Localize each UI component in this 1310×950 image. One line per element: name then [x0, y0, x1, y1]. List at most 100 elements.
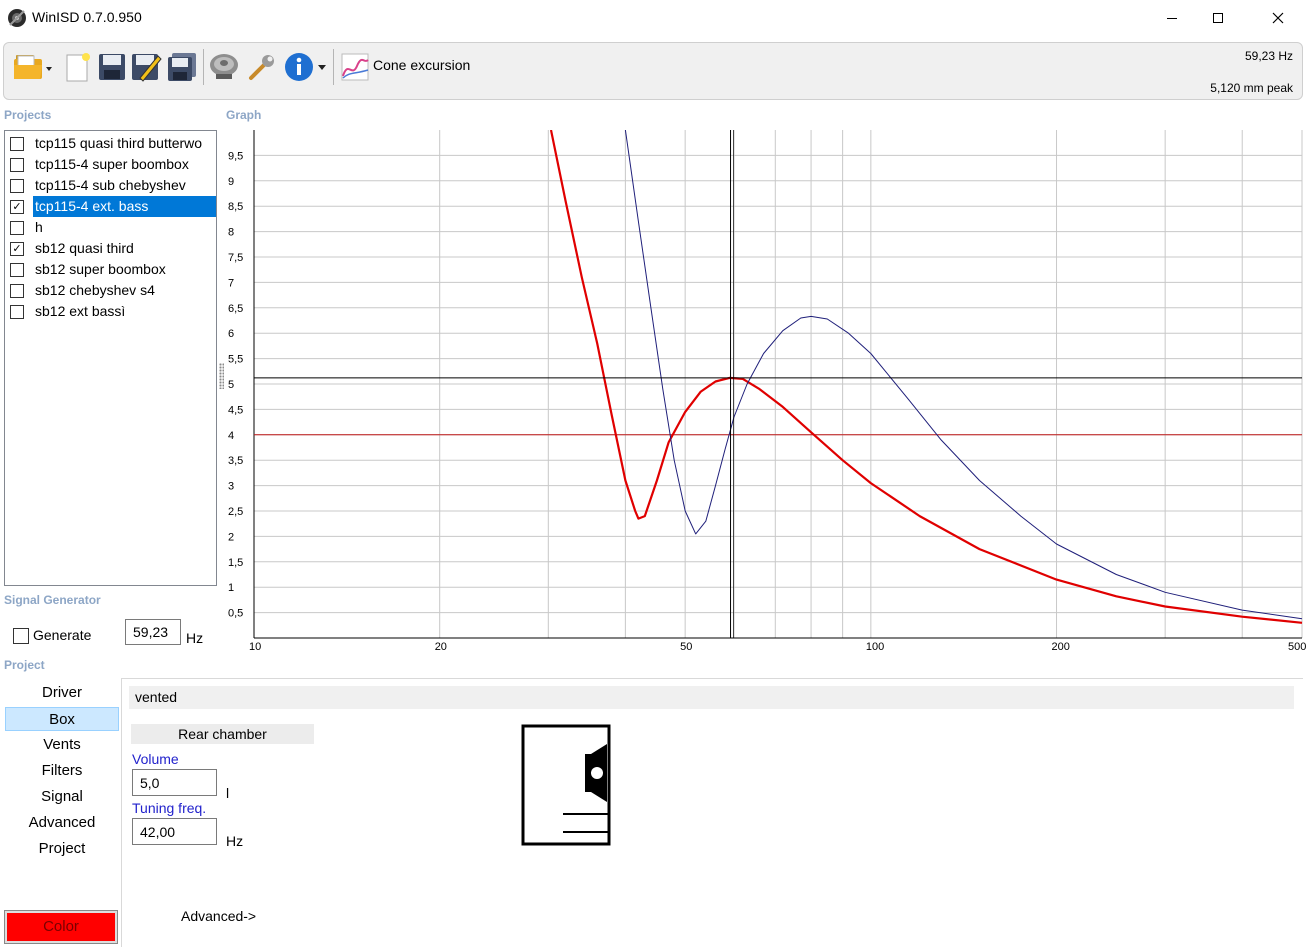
y-tick-label: 2: [228, 531, 234, 543]
cone-excursion-graph[interactable]: 0,5 1 1,5 2 2,5 3 3,5 4 4,5 5 5,5 6 6,5 7 7,5 8 8,5 9 9,5 1…: [222, 129, 1310, 657]
new-project-button[interactable]: [60, 48, 94, 86]
projects-list[interactable]: tcp115 quasi third butterwo tcp115-4 supe…: [4, 130, 217, 586]
tuning-freq-label: Tuning freq.: [132, 800, 207, 816]
save-button[interactable]: [95, 48, 129, 86]
driver-icon: [210, 54, 238, 79]
generate-label[interactable]: Generate: [33, 627, 91, 643]
project-checkbox[interactable]: [10, 137, 24, 151]
y-tick-label: 3: [228, 481, 234, 493]
generator-frequency-unit: Hz: [186, 630, 204, 646]
open-project-button[interactable]: [10, 48, 56, 86]
project-name[interactable]: sb12 super boombox: [33, 259, 168, 280]
y-tick-label: 9: [228, 176, 234, 188]
x-tick-label: 100: [866, 641, 884, 653]
project-checkbox[interactable]: [10, 221, 24, 235]
project-checkbox[interactable]: ✓: [10, 200, 24, 214]
color-button[interactable]: Color: [4, 910, 118, 944]
y-tick-label: 7: [228, 277, 234, 289]
project-item[interactable]: tcp115 quasi third butterwo: [5, 133, 216, 154]
project-checkbox[interactable]: [10, 263, 24, 277]
project-name[interactable]: tcp115-4 sub chebyshev: [33, 175, 188, 196]
y-tick-label: 2,5: [228, 506, 243, 518]
project-item[interactable]: tcp115-4 super boombox: [5, 154, 216, 175]
project-checkbox[interactable]: [10, 305, 24, 319]
y-tick-label: 5: [228, 379, 234, 391]
box-type-selector[interactable]: vented: [129, 686, 1294, 709]
graph-icon: [341, 53, 369, 81]
project-name[interactable]: sb12 chebyshev s4: [33, 280, 157, 301]
project-checkbox[interactable]: ✓: [10, 242, 24, 256]
project-name[interactable]: sb12 ext bassì: [33, 301, 127, 322]
tuning-freq-input[interactable]: [132, 818, 217, 845]
toolbar-separator: [203, 49, 204, 85]
title-bar: WinISD 0.7.0.950: [0, 0, 1310, 38]
close-button[interactable]: [1255, 0, 1301, 36]
tools-button[interactable]: [245, 48, 279, 86]
y-tick-label: 3,5: [228, 455, 243, 467]
project-checkbox[interactable]: [10, 179, 24, 193]
box-settings-panel: [121, 678, 1303, 947]
y-tick-label: 9,5: [228, 150, 243, 162]
nav-item-vents[interactable]: Vents: [5, 733, 119, 757]
y-tick-label: 5,5: [228, 354, 243, 366]
project-name[interactable]: tcp115-4 ext. bass: [33, 196, 216, 217]
generate-checkbox[interactable]: [13, 628, 29, 644]
info-button[interactable]: [282, 48, 330, 86]
signal-generator-section-label: Signal Generator: [4, 593, 101, 607]
project-name[interactable]: sb12 quasi third: [33, 238, 136, 259]
y-tick-label: 4: [228, 430, 234, 442]
project-item[interactable]: sb12 super boombox: [5, 259, 216, 280]
maximize-button[interactable]: [1195, 0, 1241, 36]
project-item[interactable]: h: [5, 217, 216, 238]
nav-item-driver[interactable]: Driver: [5, 681, 119, 705]
advanced-link[interactable]: Advanced->: [181, 908, 256, 924]
project-item[interactable]: tcp115-4 sub chebyshev: [5, 175, 216, 196]
project-checkbox[interactable]: [10, 158, 24, 172]
project-name[interactable]: tcp115 quasi third butterwo: [33, 133, 204, 154]
save-all-icon: [168, 53, 196, 81]
nav-item-advanced[interactable]: Advanced: [5, 811, 119, 835]
y-tick-label: 1: [228, 582, 234, 594]
rear-chamber-header: Rear chamber: [131, 724, 314, 744]
y-tick-label: 1,5: [228, 557, 243, 569]
volume-input[interactable]: [132, 769, 217, 796]
driver-editor-button[interactable]: [207, 48, 241, 86]
save-as-button[interactable]: [129, 48, 163, 86]
x-tick-label: 500: [1288, 641, 1306, 653]
projects-section-label: Projects: [4, 108, 52, 122]
graph-type-label[interactable]: Cone excursion: [373, 57, 470, 73]
project-section-label: Project: [4, 658, 45, 672]
save-icon: [99, 54, 125, 80]
window-title: WinISD 0.7.0.950: [32, 9, 142, 25]
project-item[interactable]: ✓ tcp115-4 ext. bass: [5, 196, 216, 217]
x-tick-label: 200: [1052, 641, 1070, 653]
x-tick-label: 10: [249, 641, 261, 653]
nav-item-filters[interactable]: Filters: [5, 759, 119, 783]
x-tick-label: 50: [680, 641, 692, 653]
toolbar: Cone excursion 59,23 Hz 5,120 mm peak: [3, 42, 1303, 100]
project-item[interactable]: sb12 ext bassì: [5, 301, 216, 322]
graph-type-button[interactable]: [338, 48, 372, 86]
volume-unit: l: [226, 785, 230, 801]
save-all-button[interactable]: [165, 48, 199, 86]
minimize-icon: [1167, 18, 1177, 19]
minimize-button[interactable]: [1149, 0, 1195, 36]
nav-item-project[interactable]: Project: [5, 837, 119, 861]
vented-box-diagram: [521, 724, 611, 846]
y-tick-label: 8,5: [228, 201, 243, 213]
save-as-icon: [132, 54, 162, 82]
project-item[interactable]: sb12 chebyshev s4: [5, 280, 216, 301]
project-name[interactable]: h: [33, 217, 45, 238]
y-tick-label: 6,5: [228, 303, 243, 315]
nav-item-signal[interactable]: Signal: [5, 785, 119, 809]
y-tick-label: 0,5: [228, 608, 243, 620]
project-name[interactable]: tcp115-4 super boombox: [33, 154, 191, 175]
info-icon: [285, 53, 326, 81]
tuning-freq-unit: Hz: [226, 833, 244, 849]
graph-canvas[interactable]: 0,5 1 1,5 2 2,5 3 3,5 4 4,5 5 5,5 6 6,5 7 7,5 8 8,5 9 9,5 1…: [222, 129, 1310, 657]
project-item[interactable]: ✓ sb12 quasi third: [5, 238, 216, 259]
cursor-peak-readout: 5,120 mm peak: [1210, 81, 1293, 95]
project-checkbox[interactable]: [10, 284, 24, 298]
generator-frequency-input[interactable]: [125, 619, 181, 645]
nav-item-box[interactable]: Box: [5, 707, 119, 731]
